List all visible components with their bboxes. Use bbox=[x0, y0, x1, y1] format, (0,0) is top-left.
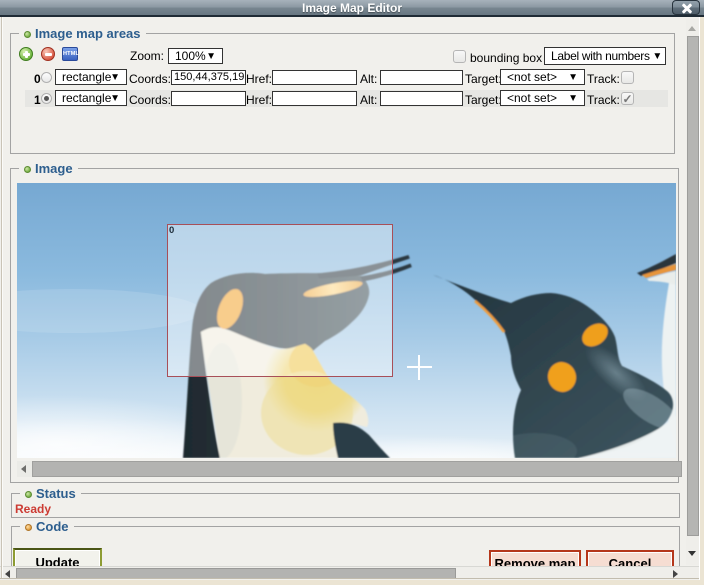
svg-text:0: 0 bbox=[169, 225, 174, 236]
